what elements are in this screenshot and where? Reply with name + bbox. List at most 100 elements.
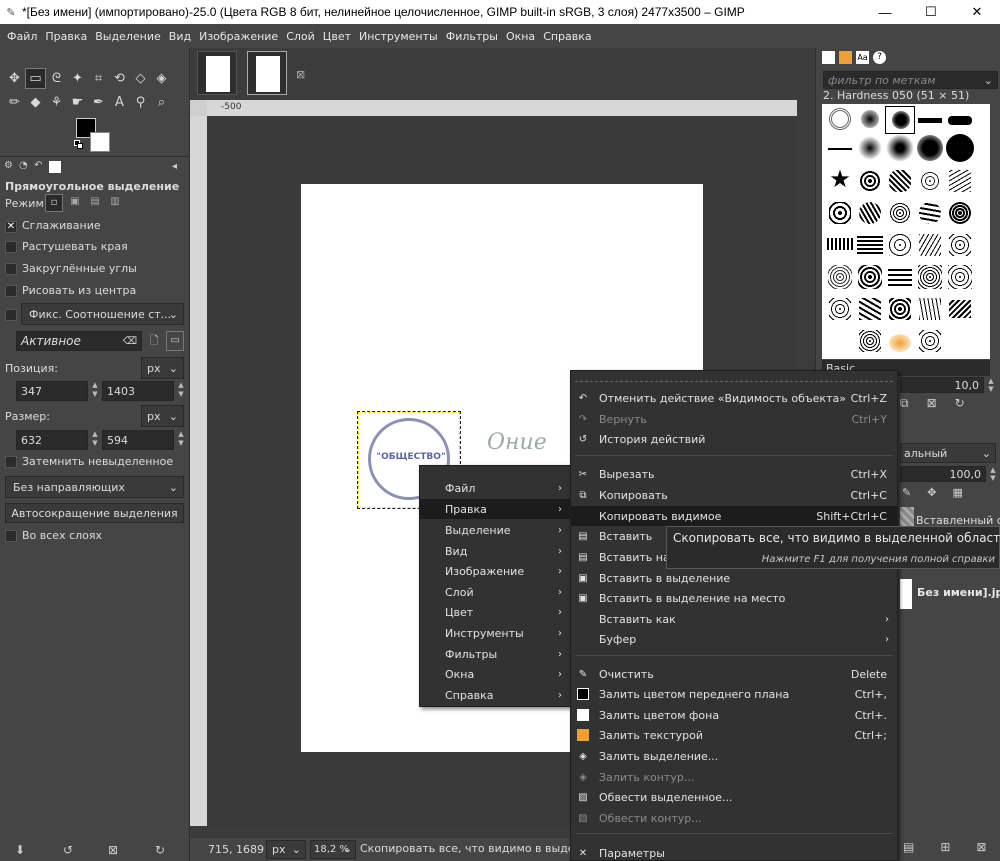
spacing-input[interactable]: 10,0 [900,377,984,393]
menu-tools[interactable]: Инструменты [355,30,442,43]
ctx-menu-help[interactable]: Справка › [420,685,570,705]
brush-circle-outline[interactable] [825,106,855,134]
opacity-spinner[interactable]: ▲ ▼ [987,466,999,482]
transform-tool-icon[interactable]: ⟲ [109,68,130,89]
stroke-path-item[interactable]: ▨ Обвести контур... [571,808,897,828]
lock-alpha-icon[interactable]: ▦ [952,486,962,499]
clone-tool-icon[interactable]: ⚘ [46,92,67,113]
brush-texture-13[interactable] [915,230,945,258]
brush-line-2[interactable] [945,106,975,134]
brush-texture-5[interactable] [825,198,855,226]
paste-as-item[interactable]: Вставить как › [571,609,897,629]
brush-hard-1[interactable] [945,134,975,162]
help-tab-icon[interactable]: ? [873,51,886,64]
preset-toggle-icon[interactable]: ▭ [166,331,184,351]
fuzzy-select-tool-icon[interactable]: ✦ [67,68,88,89]
menu-help[interactable]: Справка [539,30,595,43]
position-unit-dropdown[interactable]: px ⌄ [141,357,184,379]
patterns-tab-icon[interactable] [839,51,852,64]
new-preset-icon[interactable]: 🗋 [146,331,162,351]
clear-input-icon[interactable]: ⌫ [123,336,137,347]
history-item[interactable]: ↺ История действий [571,429,897,449]
active-input[interactable]: Активное ⌫ [16,331,142,351]
brush-texture-22[interactable] [885,294,915,322]
menu-view[interactable]: Вид [165,30,195,43]
brushes-tab-icon[interactable] [822,51,835,64]
autoshrink-button[interactable]: Автосокращение выделения [5,503,184,523]
brush-texture-2[interactable] [885,166,915,194]
delete-image-icon[interactable]: ⊠ [976,840,986,854]
raise-image-icon[interactable]: ▤ [903,840,914,854]
brush-texture-20[interactable] [825,294,855,322]
default-colors-icon[interactable] [74,140,84,150]
ctx-menu-colors[interactable]: Цвет › [420,602,570,622]
size-width-input[interactable]: 632 [16,430,88,450]
layer-thumbnail[interactable] [900,507,914,527]
restore-options-icon[interactable]: ↺ [63,843,73,857]
brush-texture-24[interactable] [945,294,975,322]
feather-checkbox[interactable] [5,241,17,253]
delete-brush-icon[interactable]: ⊠ [927,396,937,411]
brush-soft-4[interactable] [915,134,945,162]
brush-texture-11[interactable] [855,230,885,258]
size-width-spinner[interactable]: ▲ ▼ [90,430,100,450]
brush-selected[interactable] [885,106,915,134]
antialias-checkbox[interactable]: ✕ [5,221,17,233]
buffer-item[interactable]: Буфер › [571,629,897,649]
tag-filter-input[interactable]: фильтр по меткам ⌄ [823,71,998,89]
brush-texture-14[interactable] [945,230,975,258]
reset-options-icon[interactable]: ↻ [155,843,165,857]
size-height-spinner[interactable]: ▲ ▼ [176,430,186,450]
save-options-icon[interactable]: ⬇ [15,843,25,857]
brush-grid[interactable]: ★ [822,104,990,359]
copy-visible-item[interactable]: Копировать видимое Shift+Ctrl+C [571,506,897,526]
bucket-fill-tool-icon[interactable]: ◈ [151,68,172,89]
brush-texture-7[interactable] [885,198,915,226]
tool-options-tab-icon[interactable]: ⚙ [4,160,16,174]
brush-texture-19[interactable] [945,262,975,290]
image-tab-2[interactable] [247,51,287,95]
preferences-item[interactable]: ✕ Параметры [571,843,897,861]
refresh-brushes-icon[interactable]: ↻ [955,396,965,411]
lasso-tool-icon[interactable]: ᘓ [46,68,67,89]
fixed-checkbox[interactable] [5,309,17,321]
close-button[interactable]: ✕ [954,0,1000,24]
ctx-menu-select[interactable]: Выделение › [420,520,570,540]
spacing-spinner[interactable]: ▲ ▼ [985,377,997,393]
menu-colors[interactable]: Цвет [319,30,355,43]
paintbrush-tool-icon[interactable]: ✏ [4,92,25,113]
image-tab-1[interactable] [197,51,237,95]
text-tool-icon[interactable]: A [109,92,130,113]
dim-unselected-checkbox[interactable] [5,456,17,468]
ruler-corner[interactable] [190,100,207,116]
ctx-menu-tools[interactable]: Инструменты › [420,623,570,643]
mode-replace-icon[interactable]: ▫ [45,194,63,212]
fill-fg-item[interactable]: Залить цветом переднего плана Ctrl+, [571,684,897,704]
warp-tool-icon[interactable]: ◇ [130,68,151,89]
brush-texture-21[interactable] [855,294,885,322]
smudge-tool-icon[interactable]: ☛ [67,92,88,113]
brush-texture-15[interactable] [825,262,855,290]
paste-into-item[interactable]: ▣ Вставить в выделение [571,568,897,588]
position-x-input[interactable]: 347 [16,381,88,401]
fill-path-item[interactable]: ◈ Залить контур... [571,767,897,787]
zoom-tool-icon[interactable]: ⌕ [151,92,172,113]
menu-windows[interactable]: Окна [502,30,539,43]
duplicate-brush-icon[interactable]: ⧉ [900,396,909,411]
brush-soft-3[interactable] [885,134,915,162]
fill-pattern-item[interactable]: Залить текстурой Ctrl+; [571,725,897,745]
menu-edit[interactable]: Правка [41,30,91,43]
images-tab-icon[interactable] [49,161,61,173]
brush-texture-18[interactable] [915,262,945,290]
brush-texture-1[interactable] [855,166,885,194]
undo-tab-icon[interactable]: ↶ [34,160,46,174]
path-tool-icon[interactable]: ✒ [88,92,109,113]
ctx-menu-view[interactable]: Вид › [420,541,570,561]
all-layers-checkbox[interactable] [5,530,17,542]
brush-texture-9[interactable] [945,198,975,226]
menu-filters[interactable]: Фильтры [442,30,502,43]
brush-texture-6[interactable] [855,198,885,226]
brush-line-1[interactable] [915,106,945,134]
mode-add-icon[interactable]: ▣ [66,194,84,212]
fill-selection-item[interactable]: ◈ Залить выделение... [571,746,897,766]
